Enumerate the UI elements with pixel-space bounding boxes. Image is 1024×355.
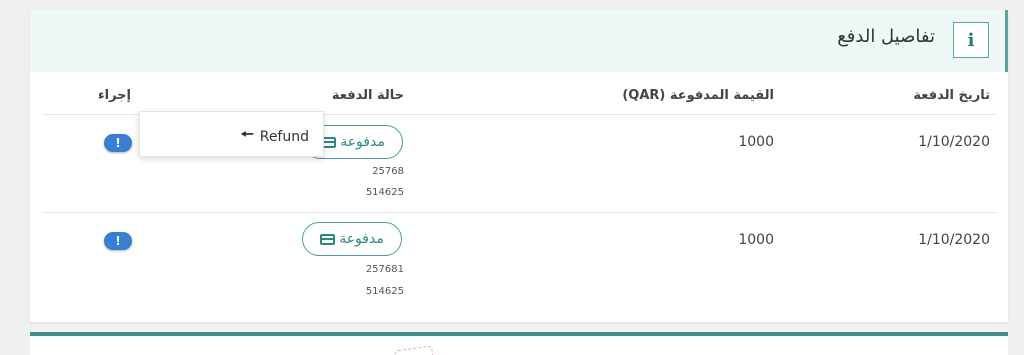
status-label: مدفوعة — [340, 134, 385, 150]
arrow-left-icon: 🠔 — [240, 125, 254, 143]
next-card — [30, 332, 1008, 355]
card-header: i تفاصيل الدفع — [30, 10, 1008, 72]
payment-details-card: i تفاصيل الدفع — [30, 10, 1008, 322]
row-reference: 25768 — [372, 166, 404, 177]
column-header-date: تاريخ الدفعة — [913, 88, 990, 103]
status-label: مدفوعة — [339, 231, 384, 247]
row-amount: 1000 — [738, 232, 774, 248]
column-header-action: إجراء — [97, 88, 131, 103]
refund-label: Refund — [259, 128, 309, 145]
row-amount: 1000 — [738, 134, 774, 150]
row-action-button[interactable]: ! — [104, 232, 132, 250]
info-icon: i — [953, 22, 989, 58]
credit-card-icon — [320, 233, 336, 245]
more-icon: ! — [115, 136, 121, 150]
row-divider — [42, 212, 996, 213]
row-date: 1/10/2020 — [918, 134, 990, 150]
column-header-status: حالة الدفعة — [331, 88, 404, 103]
row-action-button[interactable]: ! — [104, 134, 132, 152]
row-reference: 257681 — [365, 264, 404, 275]
refund-menu-item[interactable]: 🠔 Refund — [241, 124, 309, 149]
status-badge[interactable]: مدفوعة — [302, 222, 402, 256]
row-reference: 514625 — [365, 187, 404, 198]
row-date: 1/10/2020 — [918, 232, 990, 248]
row-reference: 514625 — [365, 286, 404, 297]
more-icon: ! — [115, 234, 121, 248]
page-title: تفاصيل الدفع — [837, 26, 935, 47]
action-dropdown: 🠔 Refund — [139, 111, 324, 157]
column-header-amount: القيمة المدفوعة (QAR) — [622, 88, 774, 103]
